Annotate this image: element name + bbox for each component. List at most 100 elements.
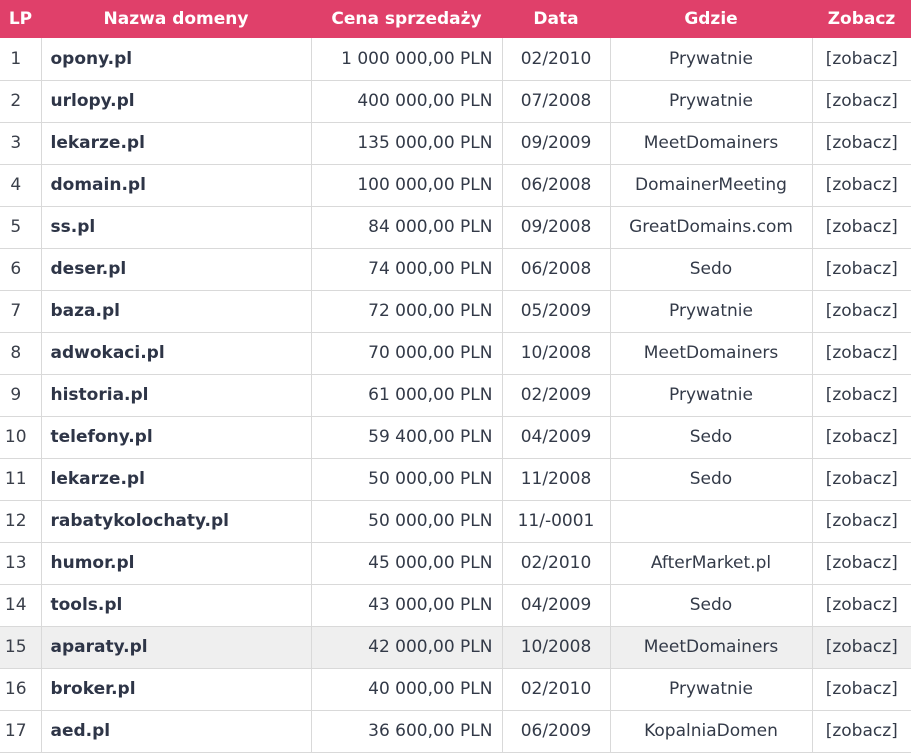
sale-date: 02/2010	[502, 38, 611, 81]
header-sale-price[interactable]: Cena sprzedaży	[311, 0, 502, 38]
header-where[interactable]: Gdzie	[610, 0, 812, 38]
sale-venue: MeetDomainers	[610, 626, 813, 669]
sale-price: 70 000,00 PLN	[311, 332, 503, 375]
table-row: 1 opony.pl 1 000 000,00 PLN 02/2010 Prywatni…	[0, 38, 911, 81]
domain-name: rabatykolochaty.pl	[41, 500, 312, 543]
sale-venue: Sedo	[610, 416, 813, 459]
sale-venue	[610, 500, 813, 543]
sale-venue: MeetDomainers	[610, 122, 813, 165]
view-link[interactable]: [zobacz]	[812, 164, 911, 207]
view-link[interactable]: [zobacz]	[812, 290, 911, 333]
sale-venue: Prywatnie	[610, 38, 813, 81]
table-row: 6 deser.pl 74 000,00 PLN 06/2008 Sedo [zobacz…	[0, 248, 911, 291]
sale-date: 11/2008	[502, 458, 611, 501]
sale-price: 50 000,00 PLN	[311, 458, 503, 501]
header-date[interactable]: Data	[502, 0, 610, 38]
table-body: 1 opony.pl 1 000 000,00 PLN 02/2010 Prywatni…	[0, 38, 911, 753]
header-view[interactable]: Zobacz	[812, 0, 911, 38]
header-domain-name[interactable]: Nazwa domeny	[41, 0, 311, 38]
table-row: 11 lekarze.pl 50 000,00 PLN 11/2008 Sedo [zob…	[0, 458, 911, 501]
domain-name: baza.pl	[41, 290, 312, 333]
sale-date: 09/2008	[502, 206, 611, 249]
sale-price: 40 000,00 PLN	[311, 668, 503, 711]
sale-date: 05/2009	[502, 290, 611, 333]
row-number: 7	[0, 290, 42, 333]
table-row: 7 baza.pl 72 000,00 PLN 05/2009 Prywatnie [zo…	[0, 290, 911, 333]
domain-name: lekarze.pl	[41, 122, 312, 165]
row-number: 13	[0, 542, 42, 585]
sale-price: 100 000,00 PLN	[311, 164, 503, 207]
sale-price: 45 000,00 PLN	[311, 542, 503, 585]
domain-name: urlopy.pl	[41, 80, 312, 123]
sale-price: 84 000,00 PLN	[311, 206, 503, 249]
row-number: 10	[0, 416, 42, 459]
sale-price: 50 000,00 PLN	[311, 500, 503, 543]
table-header: LP Nazwa domeny Cena sprzedaży Data Gdzi…	[0, 0, 911, 38]
sale-price: 43 000,00 PLN	[311, 584, 503, 627]
sale-venue: MeetDomainers	[610, 332, 813, 375]
sale-date: 04/2009	[502, 584, 611, 627]
row-number: 11	[0, 458, 42, 501]
sale-venue: Prywatnie	[610, 290, 813, 333]
view-link[interactable]: [zobacz]	[812, 248, 911, 291]
sale-date: 04/2009	[502, 416, 611, 459]
view-link[interactable]: [zobacz]	[812, 38, 911, 81]
domain-name: historia.pl	[41, 374, 312, 417]
row-number: 12	[0, 500, 42, 543]
view-link[interactable]: [zobacz]	[812, 668, 911, 711]
sale-date: 09/2009	[502, 122, 611, 165]
table-row: 14 tools.pl 43 000,00 PLN 04/2009 Sedo [zobac…	[0, 584, 911, 627]
view-link[interactable]: [zobacz]	[812, 584, 911, 627]
domain-name: tools.pl	[41, 584, 312, 627]
view-link[interactable]: [zobacz]	[812, 542, 911, 585]
sale-venue: AfterMarket.pl	[610, 542, 813, 585]
table-row: 3 lekarze.pl 135 000,00 PLN 09/2009 MeetDoma…	[0, 122, 911, 165]
table-row: 15 aparaty.pl 42 000,00 PLN 10/2008 MeetDoma…	[0, 626, 911, 669]
sale-venue: Sedo	[610, 584, 813, 627]
view-link[interactable]: [zobacz]	[812, 500, 911, 543]
sale-date: 02/2010	[502, 542, 611, 585]
domain-name: domain.pl	[41, 164, 312, 207]
view-link[interactable]: [zobacz]	[812, 122, 911, 165]
table-row: 2 urlopy.pl 400 000,00 PLN 07/2008 Prywatnie…	[0, 80, 911, 123]
domain-name: adwokaci.pl	[41, 332, 312, 375]
domain-sales-table: LP Nazwa domeny Cena sprzedaży Data Gdzi…	[0, 0, 911, 753]
sale-price: 74 000,00 PLN	[311, 248, 503, 291]
domain-name: deser.pl	[41, 248, 312, 291]
domain-name: opony.pl	[41, 38, 312, 81]
view-link[interactable]: [zobacz]	[812, 626, 911, 669]
sale-price: 72 000,00 PLN	[311, 290, 503, 333]
view-link[interactable]: [zobacz]	[812, 80, 911, 123]
sale-date: 11/-0001	[502, 500, 611, 543]
row-number: 14	[0, 584, 42, 627]
sale-date: 10/2008	[502, 626, 611, 669]
row-number: 16	[0, 668, 42, 711]
view-link[interactable]: [zobacz]	[812, 206, 911, 249]
sale-date: 06/2008	[502, 248, 611, 291]
table-row: 8 adwokaci.pl 70 000,00 PLN 10/2008 MeetDoma…	[0, 332, 911, 375]
domain-name: broker.pl	[41, 668, 312, 711]
view-link[interactable]: [zobacz]	[812, 416, 911, 459]
sale-date: 07/2008	[502, 80, 611, 123]
sale-venue: Prywatnie	[610, 668, 813, 711]
sale-venue: DomainerMeeting	[610, 164, 813, 207]
row-number: 5	[0, 206, 42, 249]
header-row: LP Nazwa domeny Cena sprzedaży Data Gdzi…	[0, 0, 911, 38]
table-row: 10 telefony.pl 59 400,00 PLN 04/2009 Sedo [zo…	[0, 416, 911, 459]
sale-date: 10/2008	[502, 332, 611, 375]
sale-date: 02/2010	[502, 668, 611, 711]
table-row: 5 ss.pl 84 000,00 PLN 09/2008 GreatDomains.c…	[0, 206, 911, 249]
view-link[interactable]: [zobacz]	[812, 458, 911, 501]
row-number: 4	[0, 164, 42, 207]
sale-date: 02/2009	[502, 374, 611, 417]
row-number: 6	[0, 248, 42, 291]
header-lp[interactable]: LP	[0, 0, 41, 38]
row-number: 3	[0, 122, 42, 165]
sale-venue: Prywatnie	[610, 80, 813, 123]
view-link[interactable]: [zobacz]	[812, 332, 911, 375]
row-number: 9	[0, 374, 42, 417]
domain-name: lekarze.pl	[41, 458, 312, 501]
view-link[interactable]: [zobacz]	[812, 374, 911, 417]
table-row: 16 broker.pl 40 000,00 PLN 02/2010 Prywatnie…	[0, 668, 911, 711]
domain-name: telefony.pl	[41, 416, 312, 459]
